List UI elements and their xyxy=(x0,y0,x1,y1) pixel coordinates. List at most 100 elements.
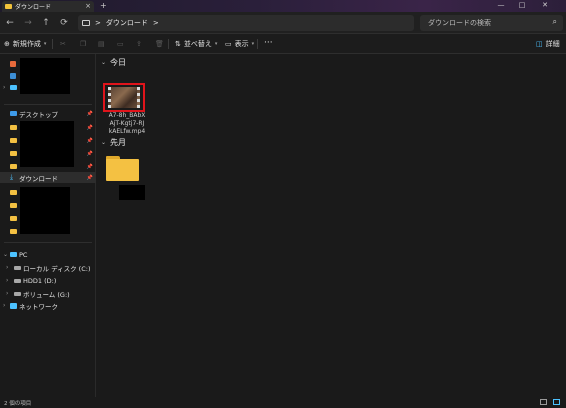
details-label: 詳細 xyxy=(545,40,560,48)
divider xyxy=(168,39,169,49)
details-button[interactable]: ◫ 詳細 xyxy=(536,38,560,50)
sidebar-item-network[interactable]: › ネットワーク xyxy=(0,300,96,311)
search-box[interactable]: ダウンロードの検索 ⌕ xyxy=(420,15,563,31)
chevron-down-icon: ⌄ xyxy=(101,139,107,146)
sort-button[interactable]: ⇅ 並べ替え ▾ xyxy=(175,38,217,50)
close-tab-button[interactable]: × xyxy=(85,2,91,10)
chevron-right-icon[interactable]: › xyxy=(6,277,8,284)
folder-icon xyxy=(10,190,17,195)
breadcrumb-separator[interactable]: > xyxy=(153,19,159,27)
search-placeholder: ダウンロードの検索 xyxy=(428,19,491,27)
paste-button[interactable]: ▤ xyxy=(98,38,105,50)
sidebar-item-drive-c[interactable]: › ローカル ディスク (C:) xyxy=(0,262,96,273)
command-bar: ⊕ 新規作成 ▾ ✂ ❐ ▤ ▭ ⇪ 🗑 ⇅ 並べ替え ▾ ▭ 表示 ▾ ···… xyxy=(0,34,566,54)
gallery-icon xyxy=(10,72,16,79)
details-view-icon[interactable] xyxy=(540,399,547,405)
chevron-right-icon[interactable]: › xyxy=(6,264,8,271)
folder-icon xyxy=(5,4,12,9)
sort-label: 並べ替え xyxy=(183,40,212,48)
pin-icon: 📌 xyxy=(86,110,93,117)
up-button[interactable]: ↑ xyxy=(39,17,53,29)
folder-icon xyxy=(10,203,17,208)
cloud-icon xyxy=(10,85,17,90)
tab-downloads[interactable]: ダウンロード × xyxy=(2,1,94,12)
cut-button[interactable]: ✂ xyxy=(60,38,66,50)
chevron-right-icon[interactable]: › xyxy=(3,302,5,309)
close-window-button[interactable]: ✕ xyxy=(536,0,554,10)
group-header-today[interactable]: ⌄ 今日 xyxy=(101,57,126,68)
file-list: ⌄ 今日 A7-8h_BAbX AjT-Kgtj7-RJ kAELfw.mp4 … xyxy=(97,54,566,397)
sidebar-label: PC xyxy=(19,250,28,259)
pin-icon: 📌 xyxy=(86,174,93,181)
breadcrumb-separator[interactable]: > xyxy=(95,19,101,27)
sidebar-item-drive-g[interactable]: › ボリューム (G:) xyxy=(0,288,96,299)
sidebar-item-desktop[interactable]: デスクトップ 📌 xyxy=(0,108,96,119)
chevron-right-icon[interactable]: › xyxy=(6,290,8,297)
folder-icon xyxy=(10,216,17,221)
tiles-view-icon[interactable] xyxy=(553,399,560,405)
new-button[interactable]: ⊕ 新規作成 ▾ xyxy=(4,38,46,50)
rename-button[interactable]: ▭ xyxy=(117,38,124,50)
refresh-button[interactable]: ⟳ xyxy=(57,17,71,29)
sidebar-label: ローカル ディスク (C:) xyxy=(23,264,91,273)
view-icon: ▭ xyxy=(225,40,232,48)
file-name: A7-8h_BAbX AjT-Kgtj7-RJ kAELfw.mp4 xyxy=(101,112,153,136)
chevron-down-icon: ▾ xyxy=(214,41,218,47)
redacted-area xyxy=(20,187,70,234)
chevron-right-icon[interactable]: › xyxy=(3,84,5,91)
sidebar-item-drive-d[interactable]: › HDD1 (D:) xyxy=(0,275,96,286)
pc-icon xyxy=(10,252,17,257)
details-pane-icon: ◫ xyxy=(536,40,543,48)
home-icon xyxy=(10,60,16,67)
more-options-button[interactable]: ··· xyxy=(264,37,273,49)
redacted-area xyxy=(20,58,70,94)
plus-circle-icon: ⊕ xyxy=(4,40,10,48)
address-bar[interactable]: > ダウンロード > xyxy=(78,15,414,31)
navigation-pane: › デスクトップ 📌 📌 📌 📌 📌 ⤓ ダウンロード 📌 ⌄ PC › ローカ… xyxy=(0,54,96,397)
title-bar: ダウンロード × + — □ ✕ xyxy=(0,0,566,12)
item-count: 2 個の項目 xyxy=(4,401,32,407)
sidebar-item-downloads[interactable]: ⤓ ダウンロード 📌 xyxy=(0,172,96,183)
desktop-icon xyxy=(10,111,17,116)
film-icon xyxy=(108,87,140,108)
status-bar: 2 個の項目 xyxy=(0,397,566,408)
delete-button[interactable]: 🗑 xyxy=(155,38,164,50)
video-thumbnail[interactable] xyxy=(103,83,145,112)
back-button[interactable]: ← xyxy=(3,17,17,29)
group-label: 今日 xyxy=(110,58,127,67)
chevron-down-icon[interactable]: ⌄ xyxy=(3,251,8,258)
folder-icon xyxy=(10,229,17,234)
sidebar-label: ダウンロード xyxy=(19,174,58,183)
chevron-down-icon: ⌄ xyxy=(101,59,107,66)
forward-button[interactable]: → xyxy=(21,17,35,29)
copy-button[interactable]: ❐ xyxy=(80,38,86,50)
sort-icon: ⇅ xyxy=(175,40,181,48)
chevron-down-icon: ▾ xyxy=(251,41,255,47)
folder-item[interactable] xyxy=(106,156,139,181)
divider xyxy=(4,104,92,105)
redacted-area xyxy=(119,185,145,200)
drive-icon xyxy=(14,265,21,270)
search-icon: ⌕ xyxy=(552,17,557,26)
breadcrumb-downloads[interactable]: ダウンロード xyxy=(106,18,148,28)
new-tab-button[interactable]: + xyxy=(100,1,107,10)
file-name-line: kAELfw.mp4 xyxy=(108,128,146,135)
tab-title: ダウンロード xyxy=(15,4,52,11)
divider xyxy=(257,39,258,49)
view-button[interactable]: ▭ 表示 ▾ xyxy=(225,38,254,50)
divider xyxy=(4,242,92,243)
folder-icon xyxy=(10,138,17,143)
minimize-button[interactable]: — xyxy=(492,0,510,10)
folder-icon xyxy=(10,151,17,156)
pin-icon: 📌 xyxy=(86,150,93,157)
share-button[interactable]: ⇪ xyxy=(136,38,142,50)
group-header-last-month[interactable]: ⌄ 先月 xyxy=(101,137,126,148)
divider xyxy=(52,39,53,49)
folder-body xyxy=(106,159,139,181)
sidebar-label: ボリューム (G:) xyxy=(23,290,70,299)
pin-icon: 📌 xyxy=(86,137,93,144)
maximize-button[interactable]: □ xyxy=(513,0,531,10)
drive-icon xyxy=(14,278,21,283)
sidebar-item-pc[interactable]: ⌄ PC xyxy=(0,249,96,260)
file-name-line: AjT-Kgtj7-RJ xyxy=(109,120,145,127)
